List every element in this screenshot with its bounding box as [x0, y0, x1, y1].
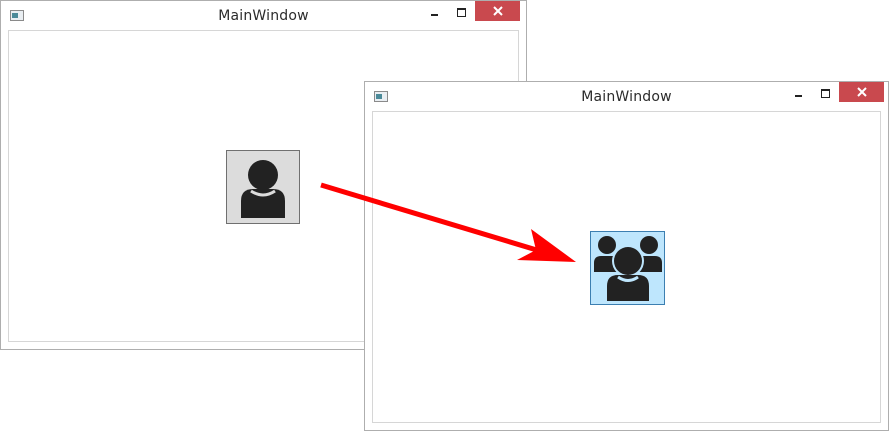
- transition-arrow: [320, 182, 576, 262]
- arrow-shaft: [320, 182, 541, 254]
